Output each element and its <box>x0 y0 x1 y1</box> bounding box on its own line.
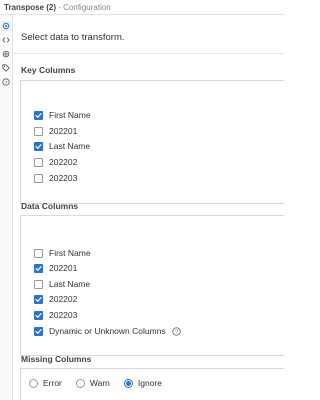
option-label: 202202 <box>49 294 78 304</box>
option-label: Last Name <box>49 141 91 151</box>
svg-text:?: ? <box>175 329 178 335</box>
checkbox[interactable] <box>34 248 43 258</box>
data-column-first-name[interactable]: First Name <box>34 247 91 259</box>
data-column-dynamic-unknown[interactable]: Dynamic or Unknown Columns ? <box>34 325 181 337</box>
checkbox[interactable] <box>34 310 43 320</box>
radio-error[interactable] <box>29 378 38 388</box>
checkbox[interactable] <box>34 110 43 120</box>
help-icon[interactable]: ? <box>1 77 11 87</box>
key-column-202201[interactable]: 202201 <box>34 125 77 137</box>
key-column-202203[interactable]: 202203 <box>34 172 77 184</box>
title-section: Configuration <box>63 3 111 12</box>
option-label: 202203 <box>49 310 78 320</box>
missing-columns-label: Missing Columns <box>21 354 92 364</box>
checkbox[interactable] <box>34 279 43 289</box>
option-label: 202203 <box>49 173 78 183</box>
sidebar: ? <box>0 15 13 400</box>
tool-name: Transpose (2) <box>4 3 57 12</box>
data-column-last-name[interactable]: Last Name <box>34 278 90 290</box>
checkbox[interactable] <box>34 157 43 167</box>
checkbox[interactable] <box>34 126 43 136</box>
title-bar: Transpose (2) - Configuration <box>0 0 284 15</box>
option-label: Dynamic or Unknown Columns <box>49 326 166 336</box>
data-column-202202[interactable]: 202202 <box>34 293 77 305</box>
cog-icon[interactable] <box>1 49 11 59</box>
key-columns-label: Key Columns <box>21 65 76 75</box>
tag-icon[interactable] <box>1 63 11 73</box>
radio-error-label: Error <box>43 378 62 388</box>
checkbox[interactable] <box>34 173 43 183</box>
option-label: 202201 <box>49 126 78 136</box>
key-column-202202[interactable]: 202202 <box>34 156 77 168</box>
checkbox[interactable] <box>34 326 43 336</box>
code-icon[interactable] <box>1 35 11 45</box>
title-separator: - <box>58 3 61 12</box>
instruction-text: Select data to transform. <box>21 32 125 43</box>
svg-text:?: ? <box>5 80 8 86</box>
radio-ignore[interactable] <box>123 378 133 388</box>
key-column-last-name[interactable]: Last Name <box>34 140 90 152</box>
data-column-202203[interactable]: 202203 <box>34 309 77 321</box>
missing-columns-radio-group: Error Warn Ignore <box>29 377 176 389</box>
option-label: First Name <box>49 110 91 120</box>
option-label: Last Name <box>49 279 91 289</box>
checkbox[interactable] <box>34 294 43 304</box>
data-columns-label: Data Columns <box>21 201 79 211</box>
checkbox[interactable] <box>34 141 43 151</box>
radio-warn-label: Warn <box>89 378 110 388</box>
divider <box>13 53 284 54</box>
radio-ignore-label: Ignore <box>137 378 162 388</box>
option-label: 202201 <box>49 263 78 273</box>
gear-icon[interactable] <box>1 21 11 31</box>
option-label: 202202 <box>49 157 78 167</box>
checkbox[interactable] <box>34 263 43 273</box>
configuration-panel: Select data to transform. Key Columns Fi… <box>13 15 284 400</box>
radio-warn[interactable] <box>75 378 85 388</box>
key-column-first-name[interactable]: First Name <box>34 109 91 121</box>
option-label: First Name <box>49 248 91 258</box>
data-column-202201[interactable]: 202201 <box>34 262 77 274</box>
question-circle-icon[interactable]: ? <box>172 326 181 336</box>
